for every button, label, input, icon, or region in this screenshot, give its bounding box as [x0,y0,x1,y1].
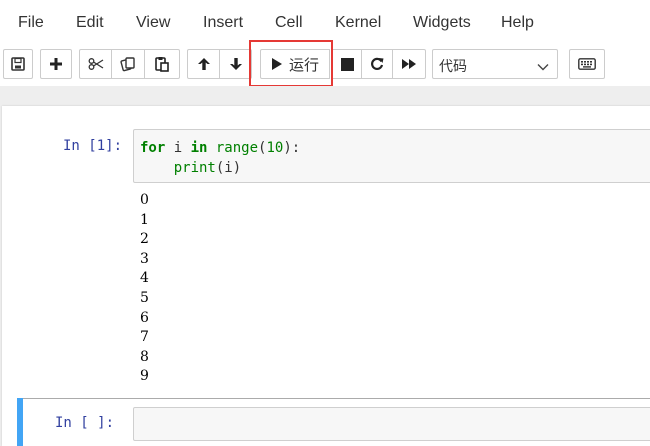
selected-cell-indicator [17,398,23,446]
arrow-down-icon [229,57,243,71]
output-line: 8 [140,349,149,365]
menu-edit[interactable]: Edit [76,13,104,33]
output-line: 3 [140,251,149,267]
scissors-icon [88,57,104,71]
cell-prompt: In [ ]: [55,415,115,431]
restart-icon [370,57,384,71]
code-line-1: for i in range(10): [140,140,301,156]
insert-cell-button[interactable] [40,49,72,79]
keyboard-icon [578,58,596,70]
move-down-button[interactable] [219,49,252,79]
cut-button[interactable] [79,49,112,79]
run-button-label: 运行 [288,55,319,74]
menu-cell[interactable]: Cell [275,13,303,33]
run-button[interactable]: 运行 [260,49,330,79]
command-palette-button[interactable] [569,49,605,79]
menu-view[interactable]: View [136,13,170,33]
save-button[interactable] [3,49,33,79]
menu-bar: File Edit View Insert Cell Kernel Widget… [0,0,650,44]
cell-prompt: In [1]: [63,138,123,154]
output-line: 0 [140,192,149,208]
move-up-button[interactable] [187,49,220,79]
code-input[interactable]: for i in range(10): print(i) [133,129,650,183]
header-divider [0,86,650,106]
paste-button[interactable] [144,49,180,79]
output-line: 2 [140,231,149,247]
menu-kernel[interactable]: Kernel [335,13,381,33]
interrupt-button[interactable] [332,49,362,79]
menu-help[interactable]: Help [501,13,534,33]
cell-type-value: 代码 [439,59,467,75]
fast-forward-icon [401,58,417,70]
copy-icon [120,56,136,72]
menu-insert[interactable]: Insert [203,13,243,33]
paste-icon [154,56,170,72]
output-line: 1 [140,212,149,228]
output-line: 5 [140,290,149,306]
code-input[interactable] [133,407,650,441]
menu-file[interactable]: File [18,13,44,33]
copy-button[interactable] [111,49,145,79]
restart-run-all-button[interactable] [392,49,426,79]
save-icon [11,57,25,71]
output-line: 4 [140,270,149,286]
code-line-2: print(i) [173,160,242,176]
plus-icon [49,57,63,71]
output-line: 7 [140,329,149,345]
stop-icon [340,57,354,71]
output-line: 6 [140,310,149,326]
output-line: 9 [140,368,149,384]
restart-button[interactable] [361,49,393,79]
cell-type-select[interactable]: 代码 [432,49,558,79]
play-icon [271,57,283,71]
chevron-down-icon [537,59,549,77]
arrow-up-icon [197,57,211,71]
menu-widgets[interactable]: Widgets [413,13,471,33]
